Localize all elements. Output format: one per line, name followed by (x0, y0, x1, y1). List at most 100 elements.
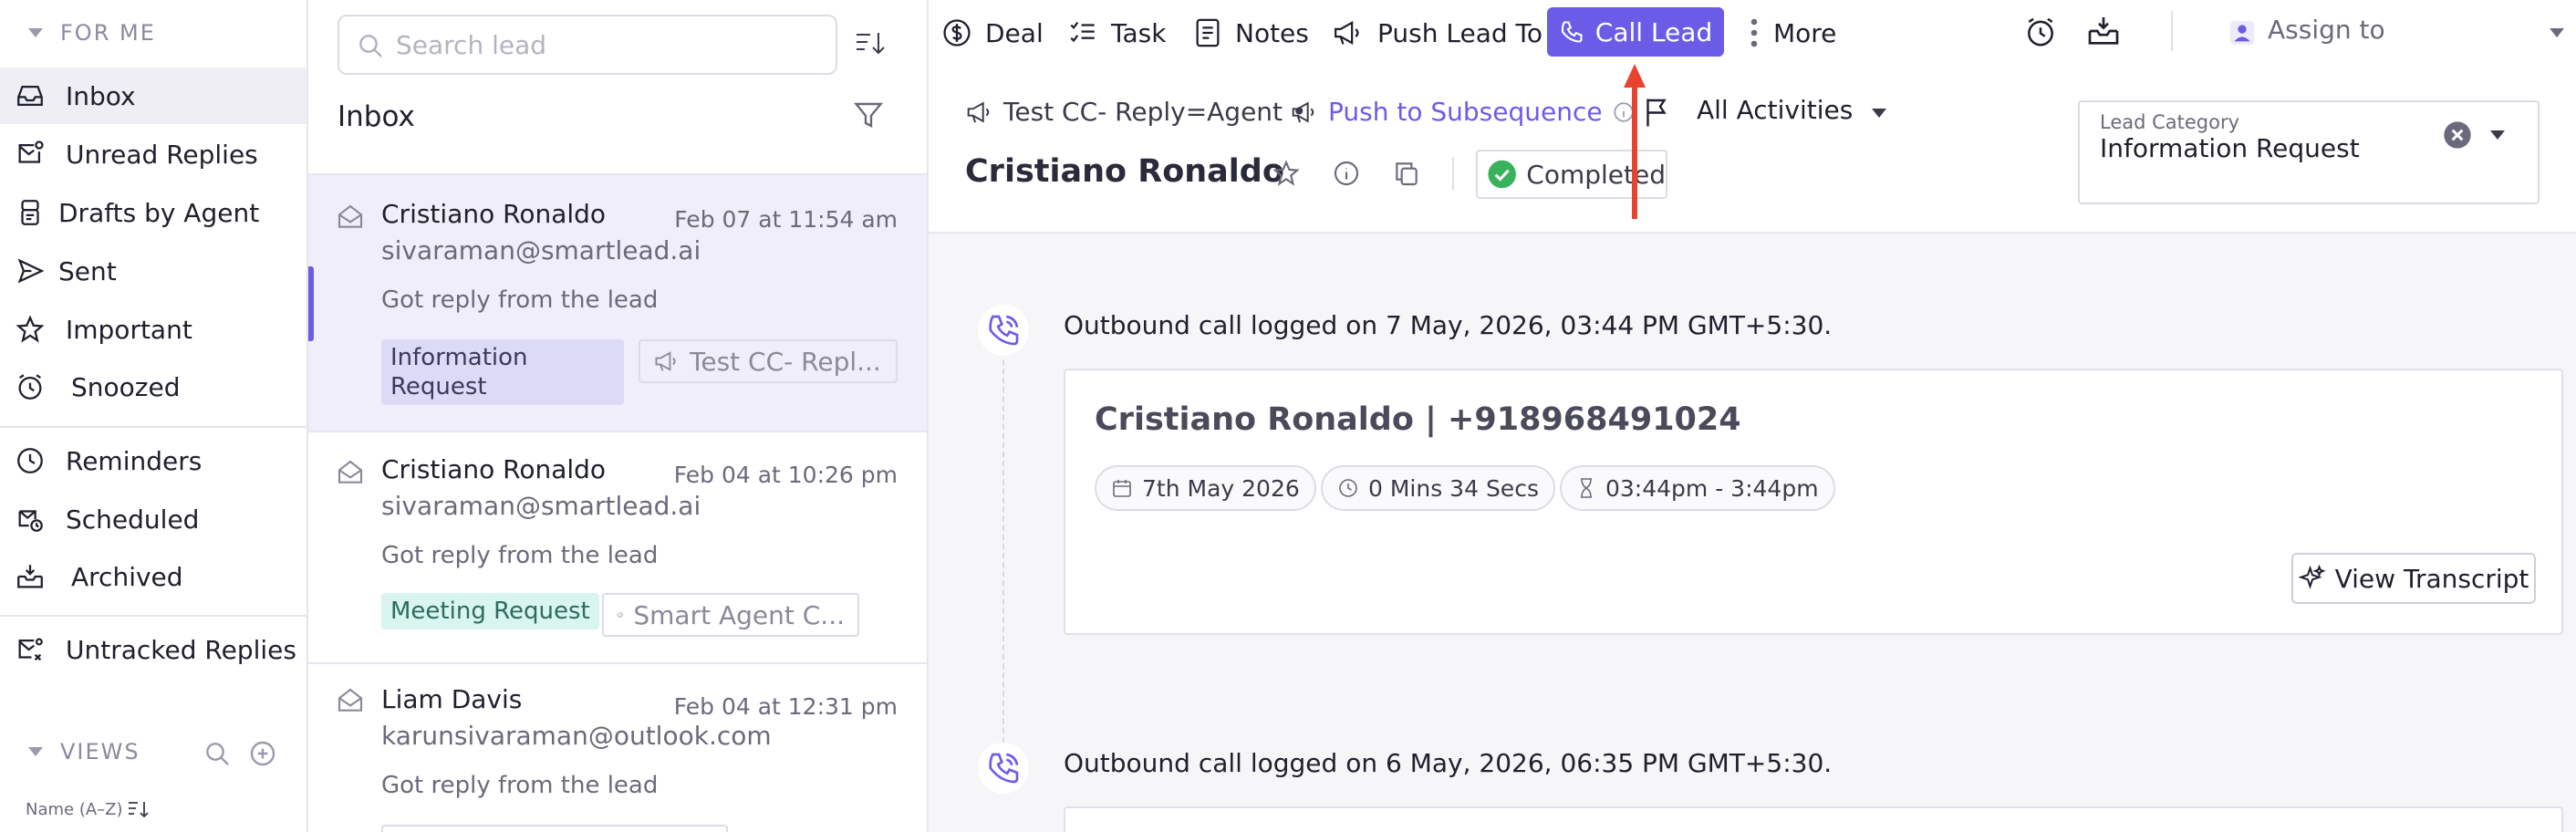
flag-icon (1646, 99, 1667, 127)
lead-name: Cristiano Ronaldo (381, 454, 607, 484)
sort-icon[interactable] (854, 29, 887, 58)
push-lead-label: Push Lead To (1377, 17, 1543, 48)
sidebar-item-important[interactable]: Important (0, 301, 306, 358)
call-date-chip: 7th May 2026 (1095, 465, 1316, 511)
add-view-icon[interactable] (248, 739, 277, 768)
alarm-clock-icon[interactable] (2023, 15, 2058, 49)
task-list-icon (1070, 21, 1095, 43)
sort-label: Name (A–Z) (26, 799, 123, 819)
sidebar-item-label: Unread Replies (66, 140, 258, 170)
views-section-header[interactable]: VIEWS (27, 739, 140, 764)
call-time-range: 03:44pm - 3:44pm (1605, 474, 1819, 502)
lead-row[interactable]: Liam Davis Feb 04 at 12:31 pm karunsivar… (308, 664, 927, 832)
lead-header: Test CC- Reply=Agent • Push to Subsequen… (929, 66, 2576, 234)
deal-label: Deal (985, 17, 1044, 48)
sidebar-item-inbox[interactable]: Inbox (0, 68, 306, 124)
caret-down-icon (28, 747, 43, 756)
star-icon[interactable] (1272, 159, 1301, 188)
task-button[interactable]: Task (1067, 13, 1166, 53)
lead-row[interactable]: Cristiano Ronaldo Feb 04 at 10:26 pm siv… (308, 432, 927, 664)
info-icon[interactable] (1332, 159, 1361, 188)
search-views-icon[interactable] (203, 739, 232, 768)
inbox-icon (17, 85, 43, 107)
timeline-entry-text: Outbound call logged on 7 May, 2026, 03:… (1064, 310, 1833, 340)
sidebar-item-label: Sent (58, 256, 117, 286)
sort-by-name[interactable]: Name (A–Z) (26, 799, 151, 819)
sidebar-item-snoozed[interactable]: Snoozed (0, 359, 306, 415)
search-input[interactable]: Search lead (338, 15, 837, 75)
lead-list-panel: Search lead Inbox Cristiano Ronaldo Feb … (308, 0, 929, 832)
archive-icon (17, 565, 43, 588)
search-placeholder: Search lead (396, 30, 547, 60)
filter-icon[interactable] (852, 99, 885, 131)
send-icon (17, 258, 45, 284)
assign-to-dropdown[interactable]: Assign to (2211, 15, 2576, 51)
view-transcript-button[interactable]: View Transcript (2291, 553, 2536, 604)
push-lead-button[interactable]: Push Lead To (1332, 13, 1542, 53)
lead-category-select[interactable]: Lead Category Information Request (2078, 100, 2540, 204)
phone-call-icon (989, 315, 1019, 346)
campaign-tag: Test CC- Repl... (639, 339, 898, 383)
dollar-icon (943, 19, 971, 47)
for-me-section-header[interactable]: FOR ME (27, 20, 156, 46)
push-subsequence-label: Push to Subsequence (1328, 97, 1603, 127)
sidebar-item-sent[interactable]: Sent (0, 243, 306, 299)
call-title: Cristiano Ronaldo | +918968491024 (1095, 401, 1741, 438)
more-label: More (1773, 17, 1837, 48)
clock-icon (18, 374, 42, 400)
caret-down-icon (28, 28, 43, 37)
sidebar-item-label: Reminders (66, 446, 203, 476)
deal-button[interactable]: Deal (941, 13, 1044, 53)
drafts-icon (21, 200, 39, 225)
megaphone-icon (1292, 100, 1314, 123)
category-tag: Meeting Request (381, 593, 599, 629)
archive-icon[interactable] (2085, 13, 2122, 49)
sidebar-item-scheduled[interactable]: Scheduled (0, 491, 306, 547)
annotation-arrow (1624, 64, 1646, 219)
megaphone-icon (1335, 21, 1359, 45)
caret-down-icon (2550, 28, 2564, 37)
list-title: Inbox (338, 100, 415, 133)
megaphone-icon (617, 611, 623, 619)
call-date: 7th May 2026 (1142, 474, 1300, 502)
lead-name: Cristiano Ronaldo (381, 199, 607, 229)
phone-call-icon (989, 753, 1019, 784)
lead-name-title: Cristiano Ronaldo (965, 153, 1284, 190)
call-lead-button[interactable]: Call Lead (1547, 7, 1724, 57)
activities-filter[interactable]: All Activities (1642, 93, 1901, 133)
sidebar-item-label: Snoozed (71, 372, 181, 402)
sidebar-item-label: Archived (71, 562, 183, 592)
untracked-icon (18, 638, 43, 661)
reminder-icon (17, 448, 43, 473)
campaign-name: Smart Agent C... (633, 599, 845, 630)
sidebar-item-untracked-replies[interactable]: Untracked Replies (0, 621, 306, 678)
sidebar-item-unread-replies[interactable]: Unread Replies (0, 126, 306, 182)
campaign-name: Test CC- Repl... (690, 346, 881, 377)
lead-date: Feb 04 at 12:31 pm (673, 693, 898, 720)
campaign-tag: Smart Agent C... (602, 593, 859, 637)
sidebar-item-archived[interactable]: Archived (0, 548, 306, 605)
unread-icon (18, 140, 44, 163)
copy-icon[interactable] (1392, 159, 1421, 188)
megaphone-icon (967, 100, 990, 123)
notes-button[interactable]: Notes (1193, 13, 1309, 53)
sidebar-item-reminders[interactable]: Reminders (0, 432, 306, 489)
more-button[interactable]: More (1748, 13, 1836, 53)
clear-icon[interactable] (2443, 120, 2472, 150)
sidebar-item-label: Drafts by Agent (58, 198, 260, 228)
push-subsequence-link[interactable]: Push to Subsequence (1290, 97, 1636, 127)
sparkle-icon (2298, 565, 2326, 589)
caret-down-icon (1872, 109, 1886, 118)
lead-name: Liam Davis (381, 684, 523, 714)
user-icon (2229, 20, 2255, 46)
call-lead-label: Call Lead (1594, 16, 1713, 47)
envelope-open-icon (338, 460, 363, 484)
action-toolbar: Deal Task Notes Push Lead To Call Lead M… (929, 0, 2576, 66)
divider (0, 615, 306, 617)
view-transcript-label: View Transcript (2334, 563, 2529, 594)
toolbar-divider (2171, 11, 2173, 51)
sidebar-item-label: Untracked Replies (66, 635, 296, 665)
lead-row[interactable]: Cristiano Ronaldo Feb 07 at 11:54 am siv… (308, 175, 927, 432)
envelope-open-icon (338, 204, 363, 228)
sidebar-item-drafts-by-agent[interactable]: Drafts by Agent (0, 184, 306, 241)
